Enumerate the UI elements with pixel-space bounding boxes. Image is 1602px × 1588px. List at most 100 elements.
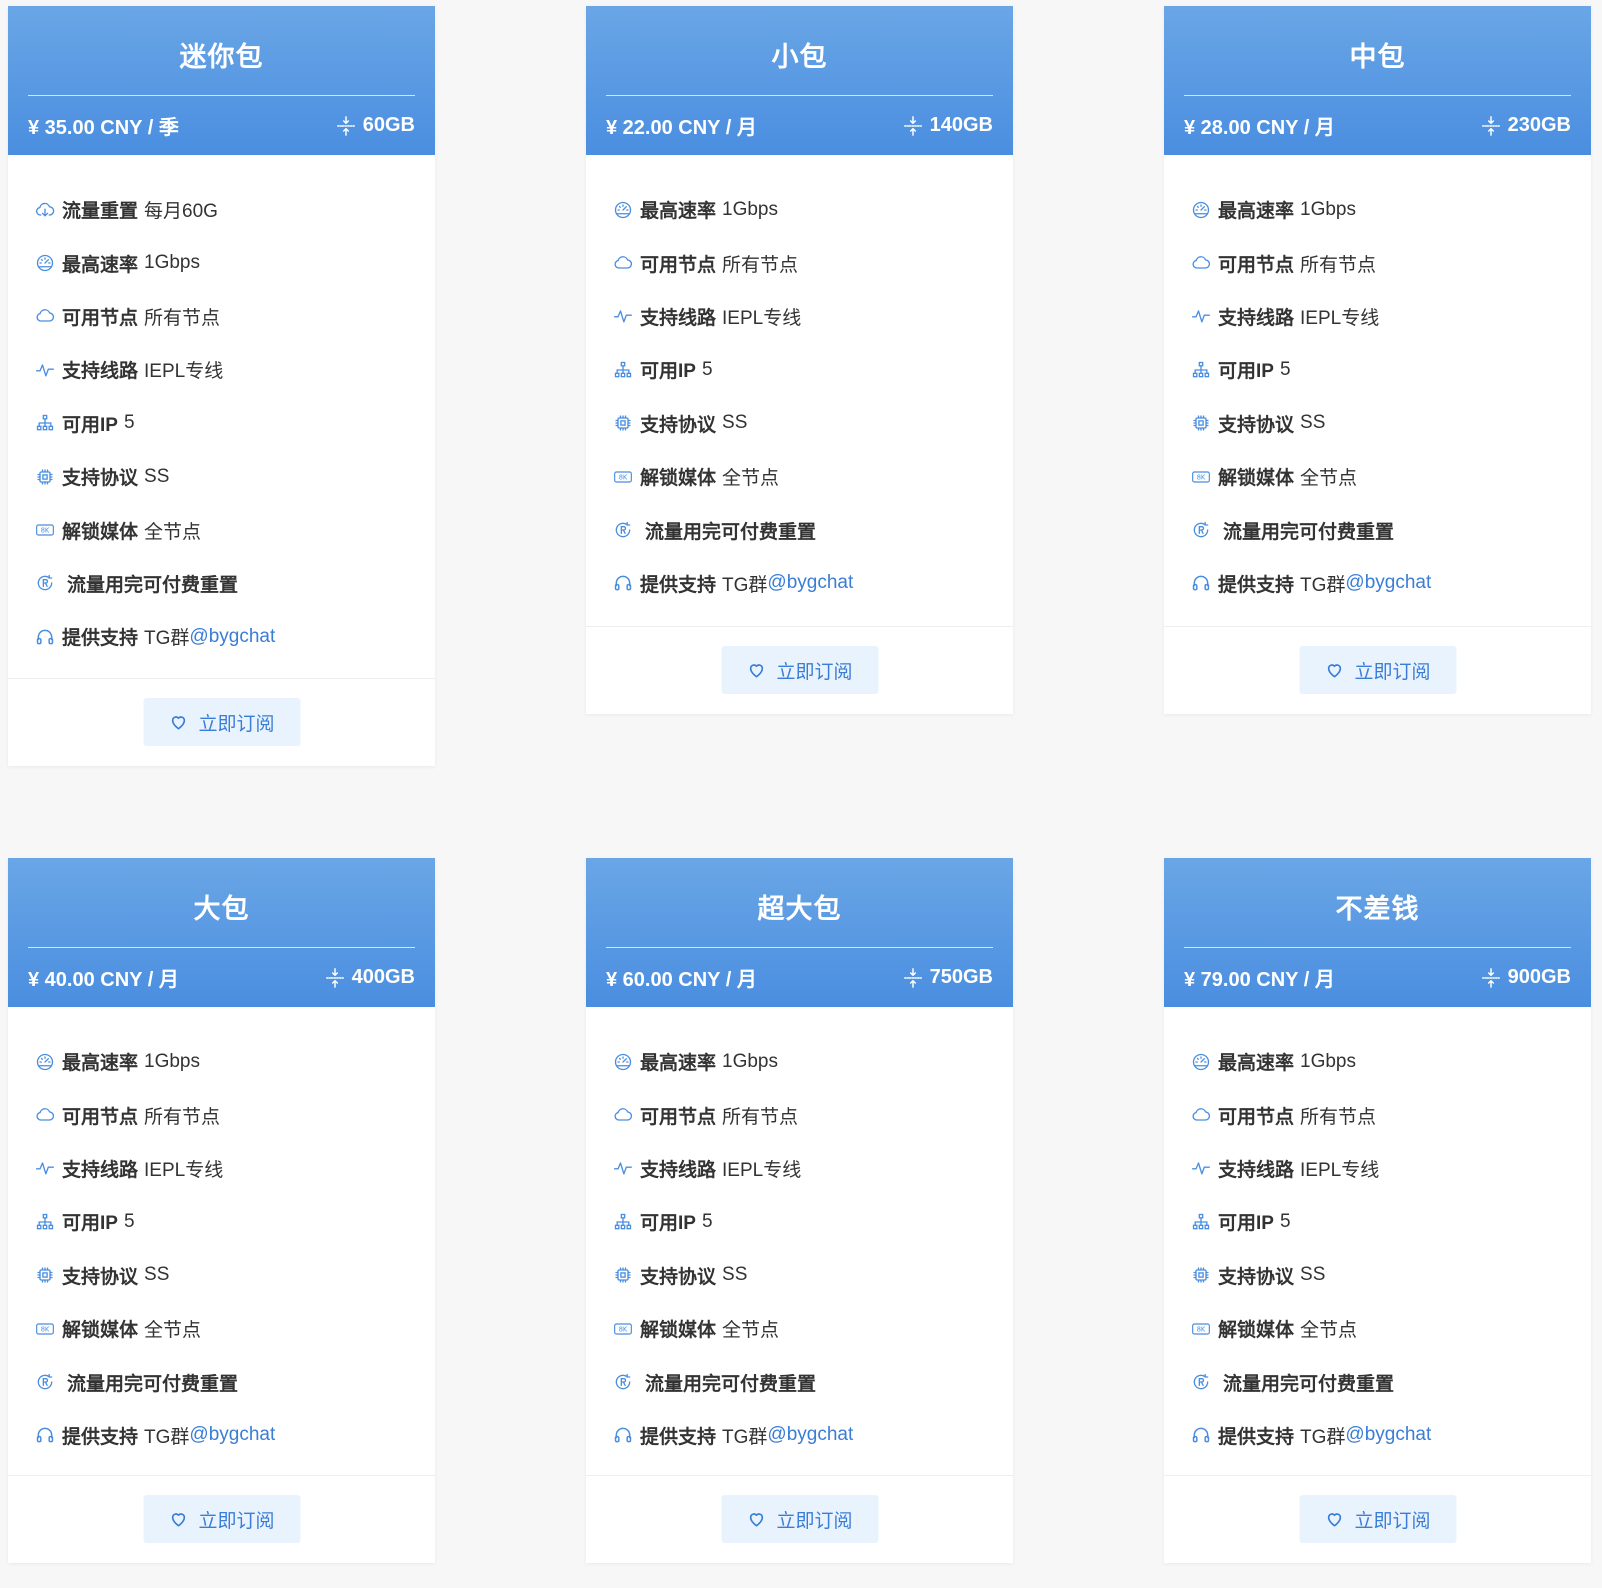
subscribe-button[interactable]: 立即订阅 <box>721 646 878 694</box>
feature-label: 支持线路 <box>640 307 717 329</box>
feature-item: 可用节点 所有节点 <box>1190 236 1591 289</box>
feature-item: 提供支持 TG群 @bygchat <box>34 610 435 663</box>
subscribe-button[interactable]: 立即订阅 <box>721 1495 878 1543</box>
plan-title: 小包 <box>606 6 993 96</box>
feature-value: TG群 <box>1300 1426 1346 1448</box>
feature-item: 支持协议 SS <box>1190 1249 1591 1302</box>
plan-price: ¥ 35.00 CNY / 季 <box>28 117 179 139</box>
support-link[interactable]: @bygchat <box>189 1424 275 1446</box>
feature-label: 支持线路 <box>1218 1159 1295 1181</box>
heart-icon <box>1324 1509 1344 1529</box>
feature-item: 可用IP 5 <box>34 1195 435 1248</box>
subscribe-button[interactable]: 立即订阅 <box>143 1495 300 1543</box>
compress-arrows-icon <box>324 967 346 989</box>
feature-item: 支持线路 IEPL专线 <box>612 290 1013 343</box>
plan-card: 不差钱 ¥ 79.00 CNY / 月 900GB 最高速率 1Gbps 可用节点 所有节点… <box>1164 858 1591 1563</box>
feature-item: 提供支持 TG群 @bygchat <box>612 557 1013 610</box>
plan-data-amount: 900GB <box>1507 966 1571 988</box>
headset-icon <box>1190 572 1212 594</box>
cloud-icon <box>1190 1104 1212 1126</box>
pulse-icon <box>34 1157 56 1179</box>
cloud-icon <box>34 305 56 327</box>
feature-label: 最高速率 <box>1218 1053 1295 1075</box>
plan-data-cap: 900GB <box>1480 966 1571 989</box>
support-link[interactable]: @bygchat <box>189 626 275 648</box>
feature-value: SS <box>144 465 170 487</box>
support-link[interactable]: @bygchat <box>767 572 853 594</box>
pulse-icon <box>1190 305 1212 327</box>
support-link[interactable]: @bygchat <box>767 1424 853 1446</box>
plan-footer: 立即订阅 <box>586 1475 1013 1563</box>
dashboard-icon <box>1190 199 1212 221</box>
feature-value: SS <box>722 1264 748 1286</box>
plan-summary: ¥ 79.00 CNY / 月 900GB <box>1184 948 1571 1007</box>
network-icon <box>612 359 634 381</box>
feature-value: TG群 <box>1300 574 1346 596</box>
headset-icon <box>612 572 634 594</box>
feature-item: 流量重置 每月60G <box>34 183 435 236</box>
plan-header: 不差钱 ¥ 79.00 CNY / 月 900GB <box>1164 858 1591 1007</box>
feature-item: 8K 解锁媒体 全节点 <box>34 1302 435 1355</box>
reset-icon <box>612 1371 634 1393</box>
svg-text:8K: 8K <box>619 473 628 481</box>
feature-label: 可用IP <box>1218 1213 1274 1235</box>
feature-value: 5 <box>701 1210 713 1232</box>
feature-item: 可用节点 所有节点 <box>612 236 1013 289</box>
feature-item: 提供支持 TG群 @bygchat <box>1190 557 1591 610</box>
plan-data-cap: 750GB <box>902 966 993 989</box>
chip-icon <box>34 1264 56 1286</box>
plan-card: 迷你包 ¥ 35.00 CNY / 季 60GB 流量重置 每月60G 最高速率 1Gbps… <box>8 6 435 766</box>
feature-label: 流量用完可付费重置 <box>645 521 817 543</box>
heart-icon <box>168 1509 188 1529</box>
plan-price: ¥ 28.00 CNY / 月 <box>1184 117 1335 139</box>
network-icon <box>612 1211 634 1233</box>
cloud-icon <box>612 252 634 274</box>
feature-label: 最高速率 <box>62 254 139 276</box>
feature-label: 可用IP <box>640 361 696 383</box>
feature-value: TG群 <box>144 628 190 650</box>
plan-title: 大包 <box>28 858 415 948</box>
feature-list: 流量重置 每月60G 最高速率 1Gbps 可用节点 所有节点 支持线路 IEPL专线 可用IP… <box>8 155 435 664</box>
reset-icon <box>34 572 56 594</box>
plan-summary: ¥ 60.00 CNY / 月 750GB <box>606 948 993 1007</box>
chip-icon <box>1190 412 1212 434</box>
feature-item: 最高速率 1Gbps <box>612 183 1013 236</box>
heart-icon <box>168 712 188 732</box>
svg-text:8K: 8K <box>41 527 50 535</box>
feature-label: 提供支持 <box>640 574 717 596</box>
subscribe-button[interactable]: 立即订阅 <box>1299 646 1456 694</box>
feature-item: 提供支持 TG群 @bygchat <box>1190 1409 1591 1462</box>
feature-item: 支持协议 SS <box>612 1249 1013 1302</box>
feature-item: 支持线路 IEPL专线 <box>34 343 435 396</box>
cloud-icon <box>34 1104 56 1126</box>
cloud-icon <box>612 1104 634 1126</box>
plan-card: 中包 ¥ 28.00 CNY / 月 230GB 最高速率 1Gbps 可用节点 所有节点支… <box>1164 6 1591 714</box>
subscribe-button-label: 立即订阅 <box>198 713 275 735</box>
plan-summary: ¥ 28.00 CNY / 月 230GB <box>1184 96 1571 155</box>
feature-value: 全节点 <box>144 521 202 543</box>
feature-label: 解锁媒体 <box>1218 1320 1295 1342</box>
compress-arrows-icon <box>902 967 924 989</box>
support-link[interactable]: @bygchat <box>1345 1424 1431 1446</box>
plan-data-amount: 230GB <box>1507 114 1571 136</box>
pulse-icon <box>612 1157 634 1179</box>
support-link[interactable]: @bygchat <box>1345 572 1431 594</box>
feature-item: 可用节点 所有节点 <box>1190 1088 1591 1141</box>
feature-item: 可用IP 5 <box>612 343 1013 396</box>
feature-label: 可用IP <box>640 1213 696 1235</box>
feature-label: 提供支持 <box>62 628 139 650</box>
feature-label: 解锁媒体 <box>640 468 717 490</box>
pulse-icon <box>34 359 56 381</box>
plan-footer: 立即订阅 <box>8 678 435 766</box>
subscribe-button-label: 立即订阅 <box>776 661 853 683</box>
feature-value: TG群 <box>722 1426 768 1448</box>
feature-item: 8K 解锁媒体 全节点 <box>1190 1302 1591 1355</box>
feature-item: 8K 解锁媒体 全节点 <box>612 450 1013 503</box>
dashboard-icon <box>34 1051 56 1073</box>
subscribe-button[interactable]: 立即订阅 <box>143 698 300 746</box>
feature-value: TG群 <box>144 1426 190 1448</box>
feature-value: IEPL专线 <box>1300 307 1380 329</box>
feature-list: 最高速率 1Gbps 可用节点 所有节点 支持线路 IEPL专线 可用IP 5 支持协议 SS 8K… <box>1164 155 1591 610</box>
subscribe-button[interactable]: 立即订阅 <box>1299 1495 1456 1543</box>
feature-item: 支持协议 SS <box>34 450 435 503</box>
